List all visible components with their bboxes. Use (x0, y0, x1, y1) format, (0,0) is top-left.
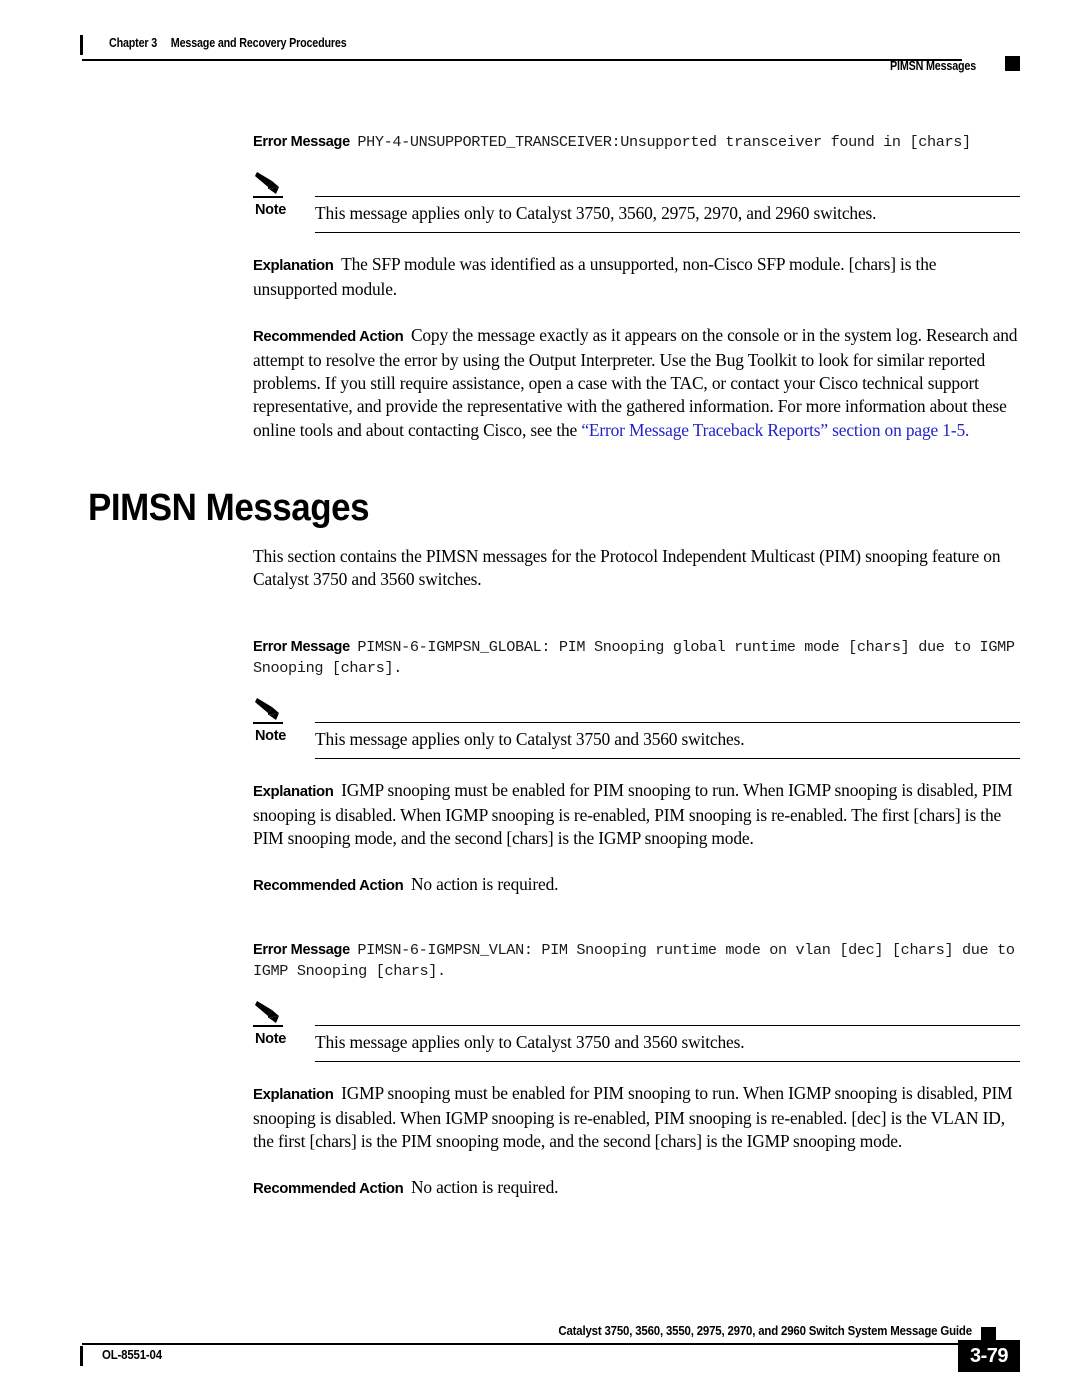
document-page: Chapter 3 Message and Recovery Procedures… (0, 0, 1080, 1397)
error-message-code: PHY-4-UNSUPPORTED_TRANSCEIVER:Unsupporte… (357, 133, 971, 151)
page-number-badge: 3-79 (958, 1340, 1020, 1372)
note-text: This message applies only to Catalyst 37… (315, 1031, 745, 1052)
explanation-label: Explanation (253, 1086, 334, 1103)
note-callout: Note This message applies only to Cataly… (253, 696, 1020, 759)
page-header: Chapter 3 Message and Recovery Procedures… (80, 33, 1020, 79)
page-footer: Catalyst 3750, 3560, 3550, 2975, 2970, a… (80, 1323, 1020, 1385)
error-message-label: Error Message (253, 638, 350, 655)
error-message-code: PIMSN-6-IGMPSN_GLOBAL: PIM Snooping glob… (253, 637, 1015, 677)
note-callout: Note This message applies only to Cataly… (253, 999, 1020, 1062)
header-chapter-number: Chapter 3 (109, 36, 158, 50)
error-message-label: Error Message (253, 941, 350, 958)
recommended-action-paragraph: Recommended Action No action is required. (253, 1176, 1020, 1201)
error-message-code: PIMSN-6-IGMPSN_VLAN: PIM Snooping runtim… (253, 940, 1015, 980)
recommended-action-label: Recommended Action (253, 1180, 404, 1197)
footer-document-id: OL-8551-04 (102, 1347, 162, 1362)
note-rule-bottom (315, 232, 1020, 233)
note-callout: Note This message applies only to Cataly… (253, 170, 1020, 233)
error-message-block: Error Message PHY-4-UNSUPPORTED_TRANSCEIV… (253, 132, 1020, 153)
note-text: This message applies only to Catalyst 37… (315, 203, 877, 223)
note-body: Note This message applies only to Cataly… (253, 999, 1020, 1062)
header-chapter: Chapter 3 Message and Recovery Procedures (109, 36, 347, 50)
explanation-paragraph: Explanation IGMP snooping must be enabled… (253, 1082, 1020, 1154)
main-content: Error Message PHY-4-UNSUPPORTED_TRANSCEIV… (253, 132, 1020, 1201)
explanation-paragraph: Explanation The SFP module was identified… (253, 253, 1020, 302)
note-body: Note This message applies only to Cataly… (253, 170, 1020, 233)
section-intro-paragraph: This section contains the PIMSN messages… (253, 546, 1001, 590)
explanation-label: Explanation (253, 783, 334, 800)
header-rule (82, 59, 962, 61)
cross-reference-link[interactable]: “Error Message Traceback Reports” sectio… (581, 420, 969, 440)
note-rule-bottom (315, 1060, 1020, 1062)
error-message-block: Error Message PIMSN-6-IGMPSN_VLAN: PIM Sn… (253, 940, 1020, 982)
recommended-action-label: Recommended Action (253, 877, 404, 894)
error-message-label: Error Message (253, 134, 350, 150)
header-tab-marker (1005, 56, 1020, 71)
explanation-text: IGMP snooping must be enabled for PIM sn… (253, 1082, 1013, 1152)
note-label: Note (255, 202, 287, 218)
footer-rule (82, 1343, 962, 1345)
recommended-action-paragraph: Recommended Action Copy the message exact… (253, 324, 1020, 442)
error-message-block: Error Message PIMSN-6-IGMPSN_GLOBAL: PIM … (253, 637, 1020, 679)
explanation-label: Explanation (253, 258, 334, 274)
header-chapter-title: Message and Recovery Procedures (170, 36, 347, 50)
explanation-text: IGMP snooping must be enabled for PIM sn… (253, 779, 1013, 849)
note-label: Note (255, 1030, 287, 1047)
explanation-paragraph: Explanation IGMP snooping must be enabled… (253, 779, 1020, 851)
note-body: Note This message applies only to Cataly… (253, 696, 1020, 759)
note-rule-bottom (315, 757, 1020, 759)
recommended-action-text: No action is required. (410, 873, 559, 894)
note-text: This message applies only to Catalyst 37… (315, 728, 745, 749)
explanation-text: The SFP module was identified as a unsup… (253, 254, 937, 300)
header-left-tick (80, 35, 83, 55)
recommended-action-paragraph: Recommended Action No action is required. (253, 873, 1020, 898)
recommended-action-label: Recommended Action (253, 328, 404, 345)
note-label: Note (255, 727, 287, 744)
header-section-title: PIMSN Messages (889, 59, 976, 73)
footer-left-tick (80, 1346, 83, 1366)
recommended-action-text: No action is required. (410, 1176, 559, 1197)
footer-guide-title: Catalyst 3750, 3560, 3550, 2975, 2970, a… (558, 1323, 972, 1338)
